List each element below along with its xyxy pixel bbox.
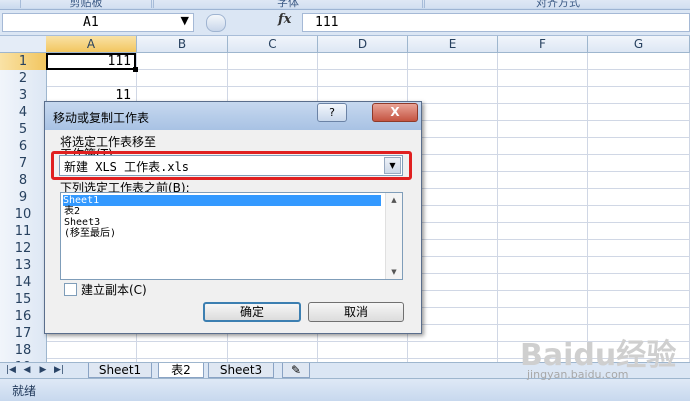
dialog-title: 移动或复制工作表 <box>53 111 150 125</box>
chevron-down-icon[interactable]: ▼ <box>181 14 189 27</box>
row-header-12[interactable]: 12 <box>0 240 47 258</box>
row-header-14[interactable]: 14 <box>0 274 47 292</box>
status-bar: 就绪 <box>0 378 690 401</box>
baidu-watermark-url: jingyan.baidu.com <box>527 368 629 381</box>
row-header-13[interactable]: 13 <box>0 257 47 275</box>
row-header-4[interactable]: 4 <box>0 104 47 122</box>
row-header-11[interactable]: 11 <box>0 223 47 241</box>
row-header-15[interactable]: 15 <box>0 291 47 309</box>
close-button[interactable]: X <box>372 103 418 122</box>
ribbon-group-clipboard[interactable]: 剪贴板 <box>20 0 152 9</box>
row-header-10[interactable]: 10 <box>0 206 47 224</box>
row-header-17[interactable]: 17 <box>0 325 47 343</box>
splitter-handle[interactable] <box>206 14 226 32</box>
listbox-scrollbar[interactable]: ▲ ▼ <box>385 193 402 279</box>
move-copy-sheet-dialog: 移动或复制工作表 ? X 将选定工作表移至 工作簿(T): 新建 XLS 工作表… <box>44 101 422 334</box>
row-header-7[interactable]: 7 <box>0 155 47 173</box>
column-header-b[interactable]: B <box>137 36 228 53</box>
ribbon-group-alignment[interactable]: 对齐方式 <box>424 0 690 9</box>
grid-line <box>47 69 690 70</box>
column-header-e[interactable]: E <box>408 36 498 53</box>
insert-sheet-icon[interactable]: ✎ <box>282 363 310 378</box>
status-text: 就绪 <box>12 384 37 398</box>
column-header-c[interactable]: C <box>228 36 318 53</box>
fill-handle[interactable] <box>133 67 138 72</box>
copy-checkbox[interactable] <box>64 283 77 296</box>
ribbon-strip: 剪贴板 字体 对齐方式 <box>0 0 690 10</box>
active-cell-outline <box>46 53 136 70</box>
column-header-g[interactable]: G <box>588 36 690 53</box>
first-sheet-icon[interactable]: |◀ <box>4 364 18 376</box>
formula-value: 111 <box>315 15 339 30</box>
row-header-2[interactable]: 2 <box>0 70 47 88</box>
sheet-listbox[interactable]: Sheet1 表2 Sheet3 (移至最后) ▲ ▼ <box>60 192 403 280</box>
ribbon-group-font[interactable]: 字体 <box>153 0 423 9</box>
name-box[interactable]: A1 ▼ <box>2 13 194 32</box>
row-header-9[interactable]: 9 <box>0 189 47 207</box>
list-item[interactable]: (移至最后) <box>64 228 116 239</box>
prev-sheet-icon[interactable]: ◀ <box>20 364 34 376</box>
list-item[interactable]: Sheet1 <box>63 195 381 206</box>
scroll-up-icon[interactable]: ▲ <box>386 193 402 207</box>
grid-line <box>587 53 588 362</box>
tab-sheet2[interactable]: 表2 <box>158 363 204 378</box>
name-box-value: A1 <box>83 15 99 30</box>
tab-sheet1[interactable]: Sheet1 <box>88 363 152 378</box>
row-header-16[interactable]: 16 <box>0 308 47 326</box>
list-item[interactable]: 表2 <box>64 206 80 217</box>
highlight-box <box>51 151 412 180</box>
scroll-down-icon[interactable]: ▼ <box>386 265 402 279</box>
last-sheet-icon[interactable]: ▶| <box>52 364 66 376</box>
row-header-6[interactable]: 6 <box>0 138 47 156</box>
row-header-18[interactable]: 18 <box>0 342 47 360</box>
row-header-1[interactable]: 1 <box>0 53 47 71</box>
row-header-5[interactable]: 5 <box>0 121 47 139</box>
select-all-corner[interactable] <box>0 36 47 53</box>
copy-checkbox-label[interactable]: 建立副本(C) <box>81 281 147 298</box>
next-sheet-icon[interactable]: ▶ <box>36 364 50 376</box>
column-header-a[interactable]: A <box>46 36 137 53</box>
row-header-8[interactable]: 8 <box>0 172 47 190</box>
grid-line <box>47 86 690 87</box>
grid-line <box>497 53 498 362</box>
cancel-button[interactable]: 取消 <box>308 302 404 322</box>
row-header-3[interactable]: 3 <box>0 87 47 105</box>
formula-input[interactable]: 111 <box>302 13 690 32</box>
ok-button[interactable]: 确定 <box>203 302 301 322</box>
column-header-d[interactable]: D <box>318 36 408 53</box>
formula-bar: A1 ▼ fx 111 <box>0 10 690 36</box>
dialog-titlebar[interactable]: 移动或复制工作表 ? X <box>45 102 421 130</box>
column-header-f[interactable]: F <box>498 36 588 53</box>
insert-function-icon[interactable]: fx <box>278 12 291 27</box>
help-button[interactable]: ? <box>317 103 347 122</box>
tab-sheet3[interactable]: Sheet3 <box>208 363 274 378</box>
list-item[interactable]: Sheet3 <box>64 217 100 228</box>
